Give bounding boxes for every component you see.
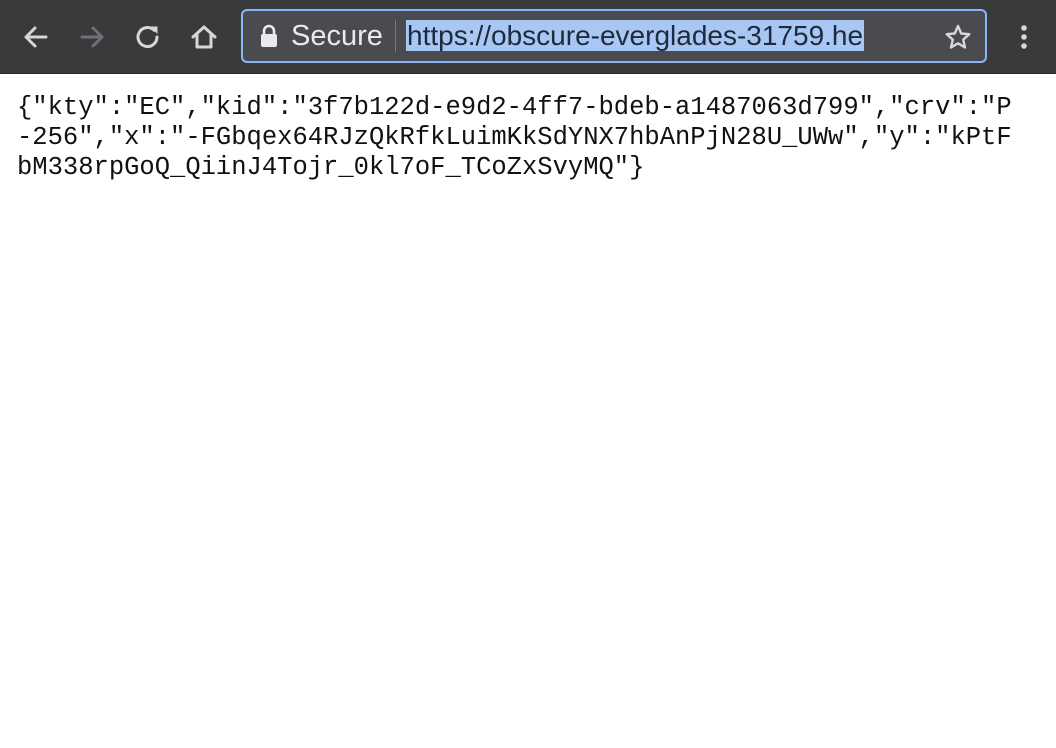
bookmark-button[interactable] [941, 20, 975, 54]
lock-icon [261, 24, 277, 47]
reload-button[interactable] [128, 17, 168, 57]
url-selected-text: https://obscure-everglades-31759.he [406, 20, 865, 51]
back-button[interactable] [16, 17, 56, 57]
arrow-left-icon [24, 26, 48, 48]
browser-toolbar: Secure https://obscure-everglades-31759.… [0, 0, 1056, 74]
home-button[interactable] [184, 17, 224, 57]
home-icon [191, 25, 217, 49]
json-response-text: {"kty":"EC","kid":"3f7b122d-e9d2-4ff7-bd… [17, 93, 1012, 182]
vertical-dots-icon [1021, 25, 1027, 49]
star-icon [945, 24, 971, 49]
url-field[interactable]: https://obscure-everglades-31759.he [406, 19, 930, 53]
page-content: {"kty":"EC","kid":"3f7b122d-e9d2-4ff7-bd… [0, 74, 1056, 748]
forward-button[interactable] [72, 17, 112, 57]
omnibox-separator [395, 20, 396, 52]
security-indicator[interactable]: Secure [291, 20, 383, 52]
arrow-right-icon [80, 26, 104, 48]
reload-icon [136, 26, 159, 49]
address-bar[interactable]: Secure https://obscure-everglades-31759.… [241, 9, 987, 63]
browser-menu-button[interactable] [1004, 17, 1044, 57]
